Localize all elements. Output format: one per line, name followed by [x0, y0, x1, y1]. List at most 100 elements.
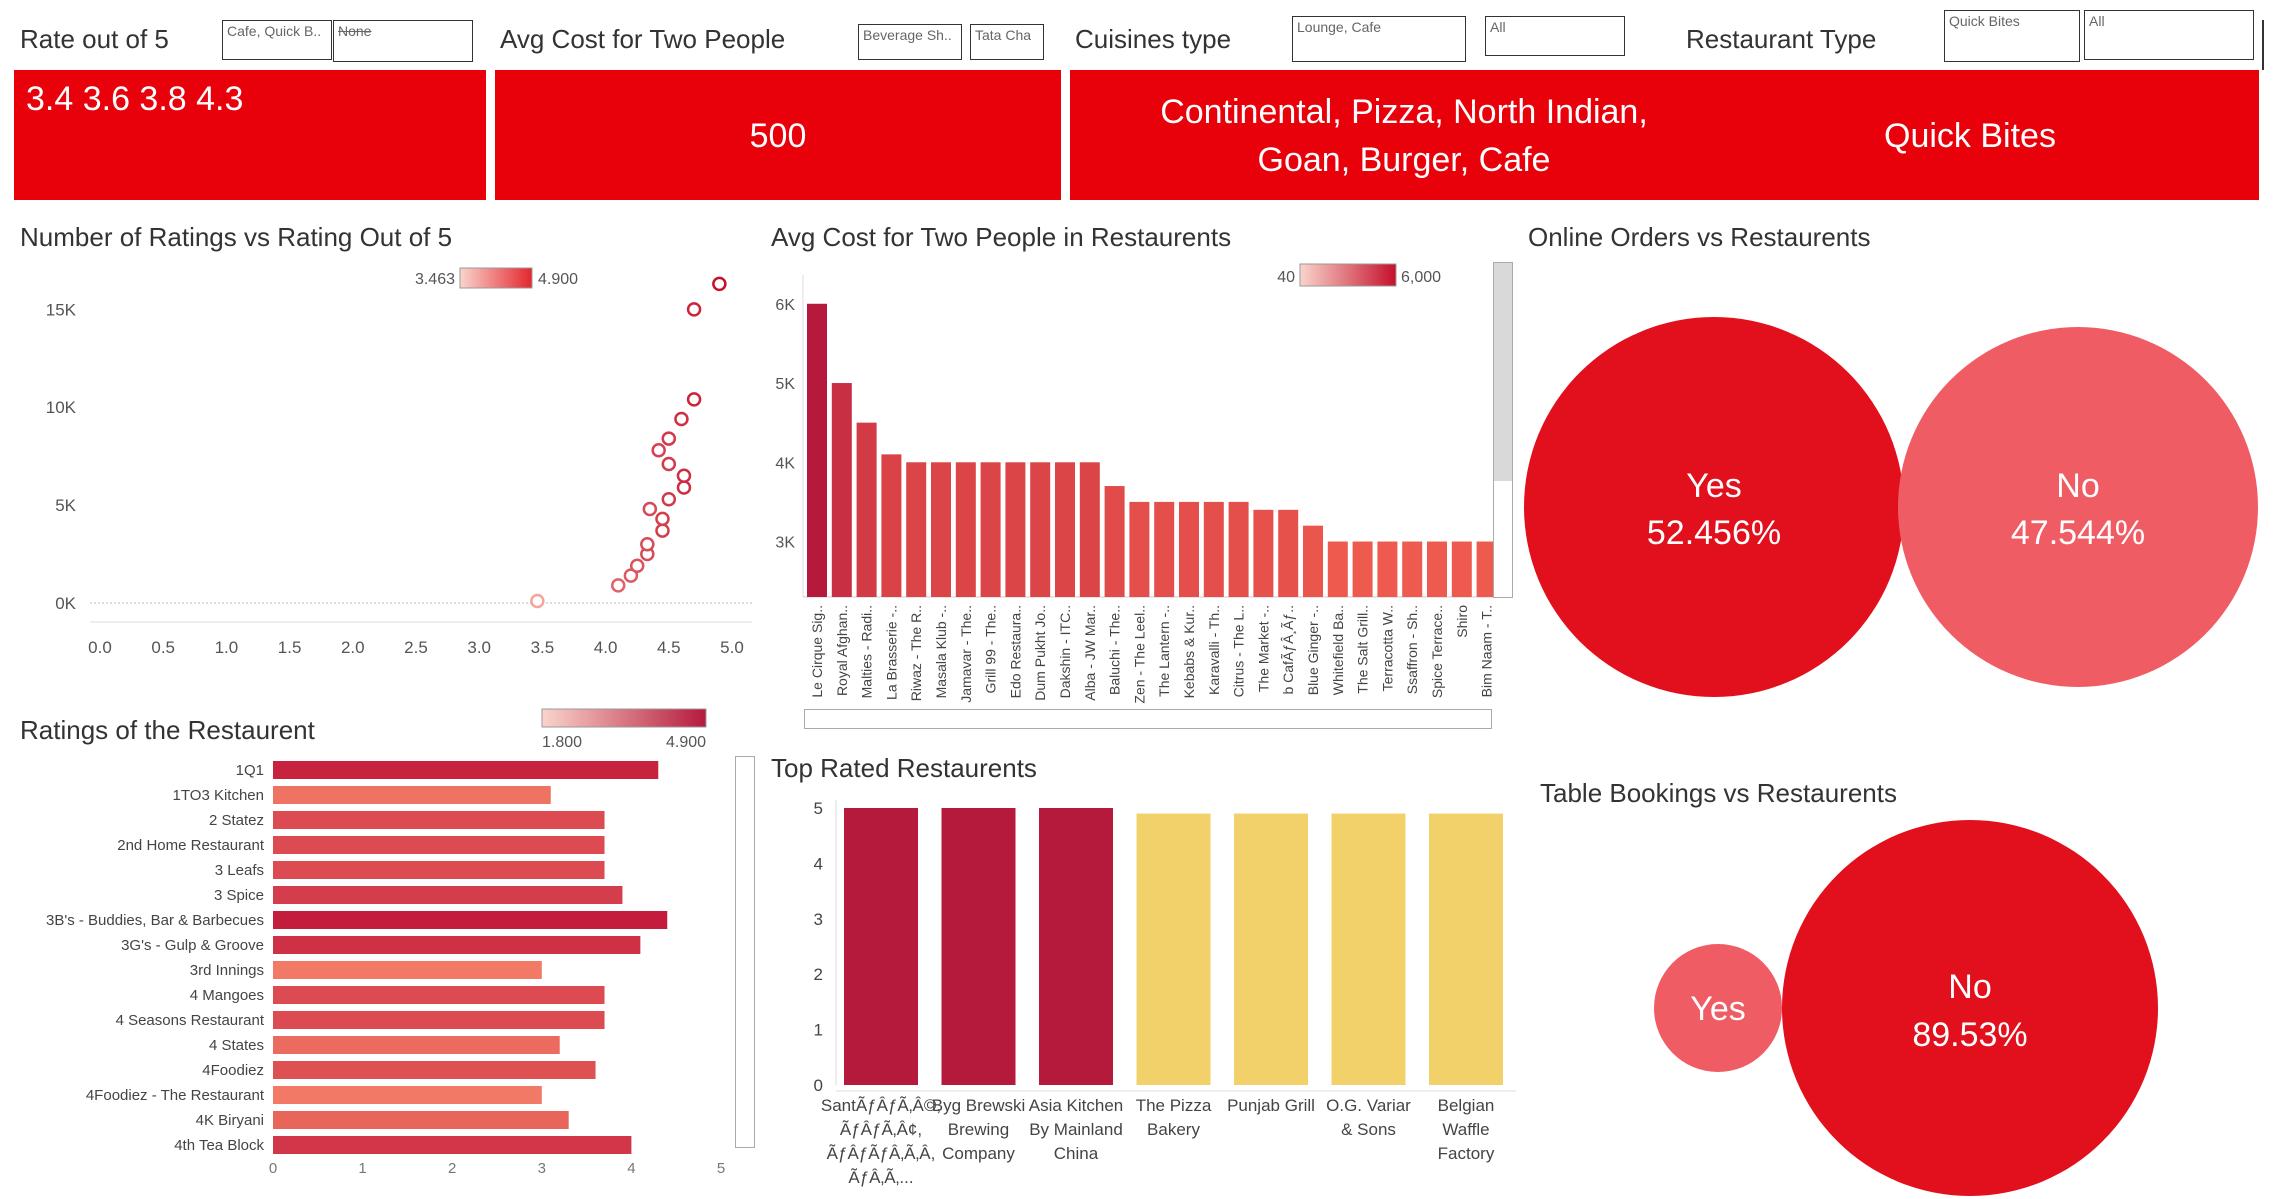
- online-bubble-value: 47.544%: [2011, 514, 2145, 552]
- rtype-filter-label: Restaurant Type: [1686, 24, 1877, 54]
- color-legend-bar: [459, 267, 533, 289]
- scatter-y-tick: 15K: [46, 300, 77, 319]
- cost-bar-label: Blue Ginger -..: [1305, 605, 1321, 695]
- cuisines-filter-input-2[interactable]: All: [1485, 16, 1625, 56]
- online-bubble-label: Yes: [1686, 467, 1741, 505]
- scatter-x-tick: 4.0: [594, 638, 618, 657]
- cost-vertical-scroll-thumb[interactable]: [1494, 263, 1512, 481]
- top-y-tick: 1: [814, 1021, 823, 1040]
- cost-legend-min: 40: [1277, 269, 1295, 286]
- top-rated-bar-label: The Pizza: [1136, 1096, 1212, 1115]
- rate-filter-input-1[interactable]: Cafe, Quick B..: [222, 20, 332, 60]
- cost-bar-label: Edo Restaura..: [1007, 605, 1023, 698]
- top-rated-bar-label: Belgian: [1438, 1096, 1495, 1115]
- header-divider: [2262, 20, 2264, 70]
- scatter-point: [676, 468, 692, 484]
- ratings-x-tick: 5: [717, 1160, 725, 1177]
- scatter-x-tick: 5.0: [720, 638, 744, 657]
- scatter-point: [661, 431, 677, 446]
- rate-filter-label: Rate out of 5: [20, 24, 169, 54]
- cost-bar-label: Citrus - The L..: [1231, 605, 1247, 697]
- costbars-title: Avg Cost for Two People in Restaurents: [771, 222, 1232, 252]
- cost-bar-label: Le Cirque Sig..: [809, 605, 825, 698]
- cuisines-filter-input-1[interactable]: Lounge, Cafe: [1292, 16, 1466, 62]
- ratings-bar-label: 3 Leafs: [215, 862, 264, 879]
- rtype-filter-input-1[interactable]: Quick Bites: [1944, 10, 2080, 62]
- top-rated-bar: [941, 808, 1016, 1085]
- scatter-point: [661, 456, 677, 472]
- cuisines-filter-label: Cuisines type: [1075, 24, 1232, 54]
- cost-bar-label: Karavalli - Th..: [1206, 605, 1222, 695]
- cost-y-tick: 6K: [775, 297, 795, 314]
- kpi-rate: 3.4 3.6 3.8 4.3: [14, 70, 486, 200]
- cost-bar-label: Malties - Radi..: [859, 605, 875, 698]
- scatter-x-tick: 3.5: [531, 638, 555, 657]
- scatter-point: [655, 523, 670, 538]
- scatter-point: [530, 593, 545, 609]
- rate-filter-input-2[interactable]: None: [333, 20, 473, 62]
- kpi-rtype-value: Quick Bites: [1884, 117, 2056, 155]
- cost-bar: [955, 462, 976, 597]
- cost-bar: [1055, 462, 1075, 597]
- table-bubble-no: [1782, 820, 2158, 1196]
- cost-bar: [1005, 462, 1026, 597]
- top-rated-bar: [1331, 813, 1406, 1085]
- scatter-point: [686, 392, 702, 407]
- kpi-cost-value: 500: [749, 117, 807, 155]
- top-rated-bar-label: Factory: [1438, 1144, 1495, 1163]
- top-rated-bar-label: Bakery: [1147, 1120, 1200, 1139]
- cost-y-tick: 4K: [775, 455, 795, 472]
- cost-filter-input-2[interactable]: Tata Cha: [970, 24, 1044, 60]
- top-rated-bar-label: SantÃƒÂƒÃ‚Â©,: [821, 1096, 941, 1115]
- cost-bar-label: The Salt Grill..: [1355, 605, 1371, 694]
- ratings-bar: [273, 1061, 596, 1079]
- scatter-point: [661, 491, 677, 507]
- scatter-point: [686, 302, 702, 317]
- cost-bar-label: The Market -..: [1255, 605, 1271, 692]
- ratings-bar: [273, 811, 605, 829]
- ratings-x-tick: 1: [358, 1160, 366, 1177]
- cost-bar-label: Ssaffron - Sh..: [1404, 605, 1420, 694]
- color-legend-bar: [1299, 263, 1397, 287]
- cost-horizontal-scrollbar[interactable]: [804, 709, 1492, 729]
- cost-bar-label: Whitefield Ba..: [1330, 605, 1346, 695]
- ratings-vertical-scrollbar[interactable]: [735, 756, 755, 1148]
- rtype-filter-input-2[interactable]: All: [2084, 10, 2254, 60]
- cost-bar-label: The Lantern -..: [1156, 605, 1172, 697]
- top-y-tick: 3: [814, 910, 823, 929]
- scatter-title: Number of Ratings vs Rating Out of 5: [20, 222, 453, 252]
- cost-bar: [856, 422, 877, 597]
- ratings-bar-label: 3G's - Gulp & Groove: [121, 937, 264, 954]
- cost-bar-label: b CafÃƒÂ¸Ãƒ..: [1280, 605, 1296, 695]
- ratings-bar: [273, 836, 605, 854]
- online-bubble-chart: Yes 52.456% No 47.544%: [1524, 317, 2258, 697]
- scatter-y-tick: 0K: [55, 594, 76, 613]
- ratings-bar-label: 4 Seasons Restaurant: [116, 1012, 265, 1029]
- cost-bar-label: Bim Naam - T..: [1479, 605, 1495, 697]
- cost-vertical-scrollbar[interactable]: [1493, 262, 1513, 598]
- ratings-bar: [273, 1111, 569, 1129]
- ratings-bar: [273, 936, 641, 954]
- color-legend-bar: [541, 708, 707, 728]
- top-y-tick: 2: [814, 965, 823, 984]
- kpi-cuisines-line1: Continental, Pizza, North Indian,: [1160, 93, 1648, 131]
- scatter-x-tick: 1.0: [215, 638, 239, 657]
- ratings-bar-label: 4 States: [209, 1037, 264, 1054]
- cost-bar-label: Royal Afghan..: [834, 605, 850, 696]
- kpi-cost: 500: [495, 70, 1061, 200]
- online-bubble-no: [1898, 327, 2258, 687]
- top-rated-bar: [844, 808, 918, 1085]
- ratings-bar-label: 2nd Home Restaurant: [117, 837, 265, 854]
- top-rated-bar-label: & Sons: [1341, 1120, 1396, 1139]
- ratings-legend-min: 1.800: [542, 734, 582, 751]
- ratings-bar: [273, 1086, 542, 1104]
- table-bubble-label: Yes: [1690, 990, 1745, 1028]
- cost-filter-input-1[interactable]: Beverage Sh..: [858, 24, 962, 60]
- cost-legend-max: 6,000: [1401, 269, 1441, 286]
- scatter-x-tick: 0.0: [88, 638, 112, 657]
- scatter-x-tick: 2.0: [341, 638, 365, 657]
- scatter-point: [676, 480, 692, 495]
- kpi-rate-value: 3.4 3.6 3.8 4.3: [26, 80, 244, 118]
- top-y-tick: 4: [814, 854, 823, 873]
- top-rated-bar-label: Brewing: [948, 1120, 1009, 1139]
